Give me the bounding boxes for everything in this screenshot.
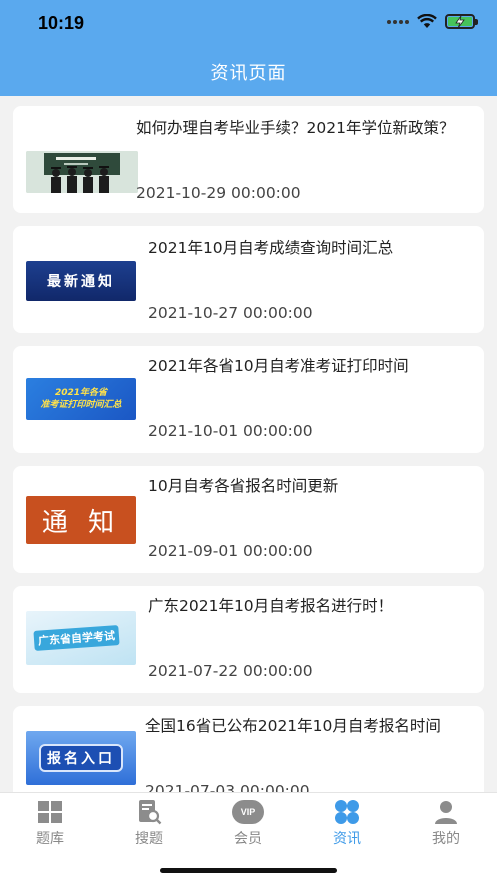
user-icon — [432, 799, 460, 825]
search-doc-icon — [135, 799, 163, 825]
battery-icon — [445, 14, 478, 29]
news-card[interactable]: 最新通知 2021年10月自考成绩查询时间汇总 2021-10-27 00:00… — [13, 226, 484, 333]
news-date: 2021-10-01 00:00:00 — [148, 422, 313, 440]
thumbnail-caption: 最新通知 — [47, 274, 115, 290]
thumbnail-caption: 广东省自学考试 — [33, 625, 120, 651]
status-time: 10:19 — [38, 13, 85, 33]
nav-bar: 资讯页面 — [0, 48, 497, 96]
news-date: 2021-07-22 00:00:00 — [148, 662, 313, 680]
status-bar: 10:19 — [0, 0, 497, 48]
news-thumbnail: 最新通知 — [26, 261, 136, 301]
vip-icon: VIP — [231, 799, 265, 825]
news-date: 2021-07-03 00:00:00 — [145, 782, 310, 792]
news-list[interactable]: 如何办理自考毕业手续？2021年学位新政策？ 2021-10-29 00:00:… — [0, 96, 497, 792]
grid-icon — [36, 799, 64, 825]
news-thumbnail: 报名入口 — [26, 731, 136, 785]
page-title: 资讯页面 — [210, 63, 287, 84]
thumbnail-caption: 通 知 — [41, 507, 121, 538]
news-card[interactable]: 2021年各省 准考证打印时间汇总 2021年各省10月自考准考证打印时间 20… — [13, 346, 484, 453]
news-date: 2021-10-29 00:00:00 — [136, 184, 301, 202]
thumbnail-caption: 报名入口 — [39, 744, 123, 772]
wifi-icon — [417, 14, 437, 28]
news-title: 10月自考各省报名时间更新 — [148, 477, 339, 495]
tab-tiku[interactable]: 题库 — [10, 799, 90, 848]
thumbnail-caption: 2021年各省 — [54, 388, 108, 398]
tab-label: 会员 — [234, 831, 262, 847]
tab-label: 搜题 — [135, 831, 163, 847]
clover-icon — [333, 799, 361, 825]
vip-badge-text: VIP — [240, 807, 256, 817]
news-date: 2021-09-01 00:00:00 — [148, 542, 313, 560]
news-card[interactable]: 如何办理自考毕业手续？2021年学位新政策？ 2021-10-29 00:00:… — [13, 106, 484, 213]
news-title: 2021年10月自考成绩查询时间汇总 — [148, 239, 394, 257]
news-card[interactable]: 广东省自学考试 广东2021年10月自考报名进行时！ 2021-07-22 00… — [13, 586, 484, 693]
news-title: 全国16省已公布2021年10月自考报名时间 — [145, 717, 441, 735]
tab-zixun[interactable]: 资讯 — [307, 799, 387, 848]
news-title: 2021年各省10月自考准考证打印时间 — [148, 357, 409, 375]
status-icons — [387, 14, 478, 29]
news-date: 2021-10-27 00:00:00 — [148, 304, 313, 322]
news-card[interactable]: 通 知 10月自考各省报名时间更新 2021-09-01 00:00:00 — [13, 466, 484, 573]
thumbnail-caption: 准考证打印时间汇总 — [40, 400, 122, 410]
news-thumbnail: 通 知 — [26, 496, 136, 544]
news-thumbnail: 2021年各省 准考证打印时间汇总 — [26, 378, 136, 420]
tab-huiyuan[interactable]: VIP 会员 — [208, 799, 288, 848]
tab-label: 资讯 — [333, 831, 361, 847]
news-thumbnail — [26, 151, 138, 193]
news-title: 如何办理自考毕业手续？2021年学位新政策？ — [136, 119, 455, 137]
home-indicator — [160, 868, 337, 873]
tab-soti[interactable]: 搜题 — [109, 799, 189, 848]
tab-label: 我的 — [432, 831, 460, 847]
graduates-photo-icon — [26, 151, 138, 193]
news-thumbnail: 广东省自学考试 — [26, 611, 136, 665]
tab-wode[interactable]: 我的 — [406, 799, 486, 848]
news-card[interactable]: 报名入口 全国16省已公布2021年10月自考报名时间 2021-07-03 0… — [13, 706, 484, 792]
news-title: 广东2021年10月自考报名进行时！ — [148, 597, 394, 615]
cellular-signal-icon — [387, 19, 409, 24]
tab-label: 题库 — [36, 831, 64, 847]
